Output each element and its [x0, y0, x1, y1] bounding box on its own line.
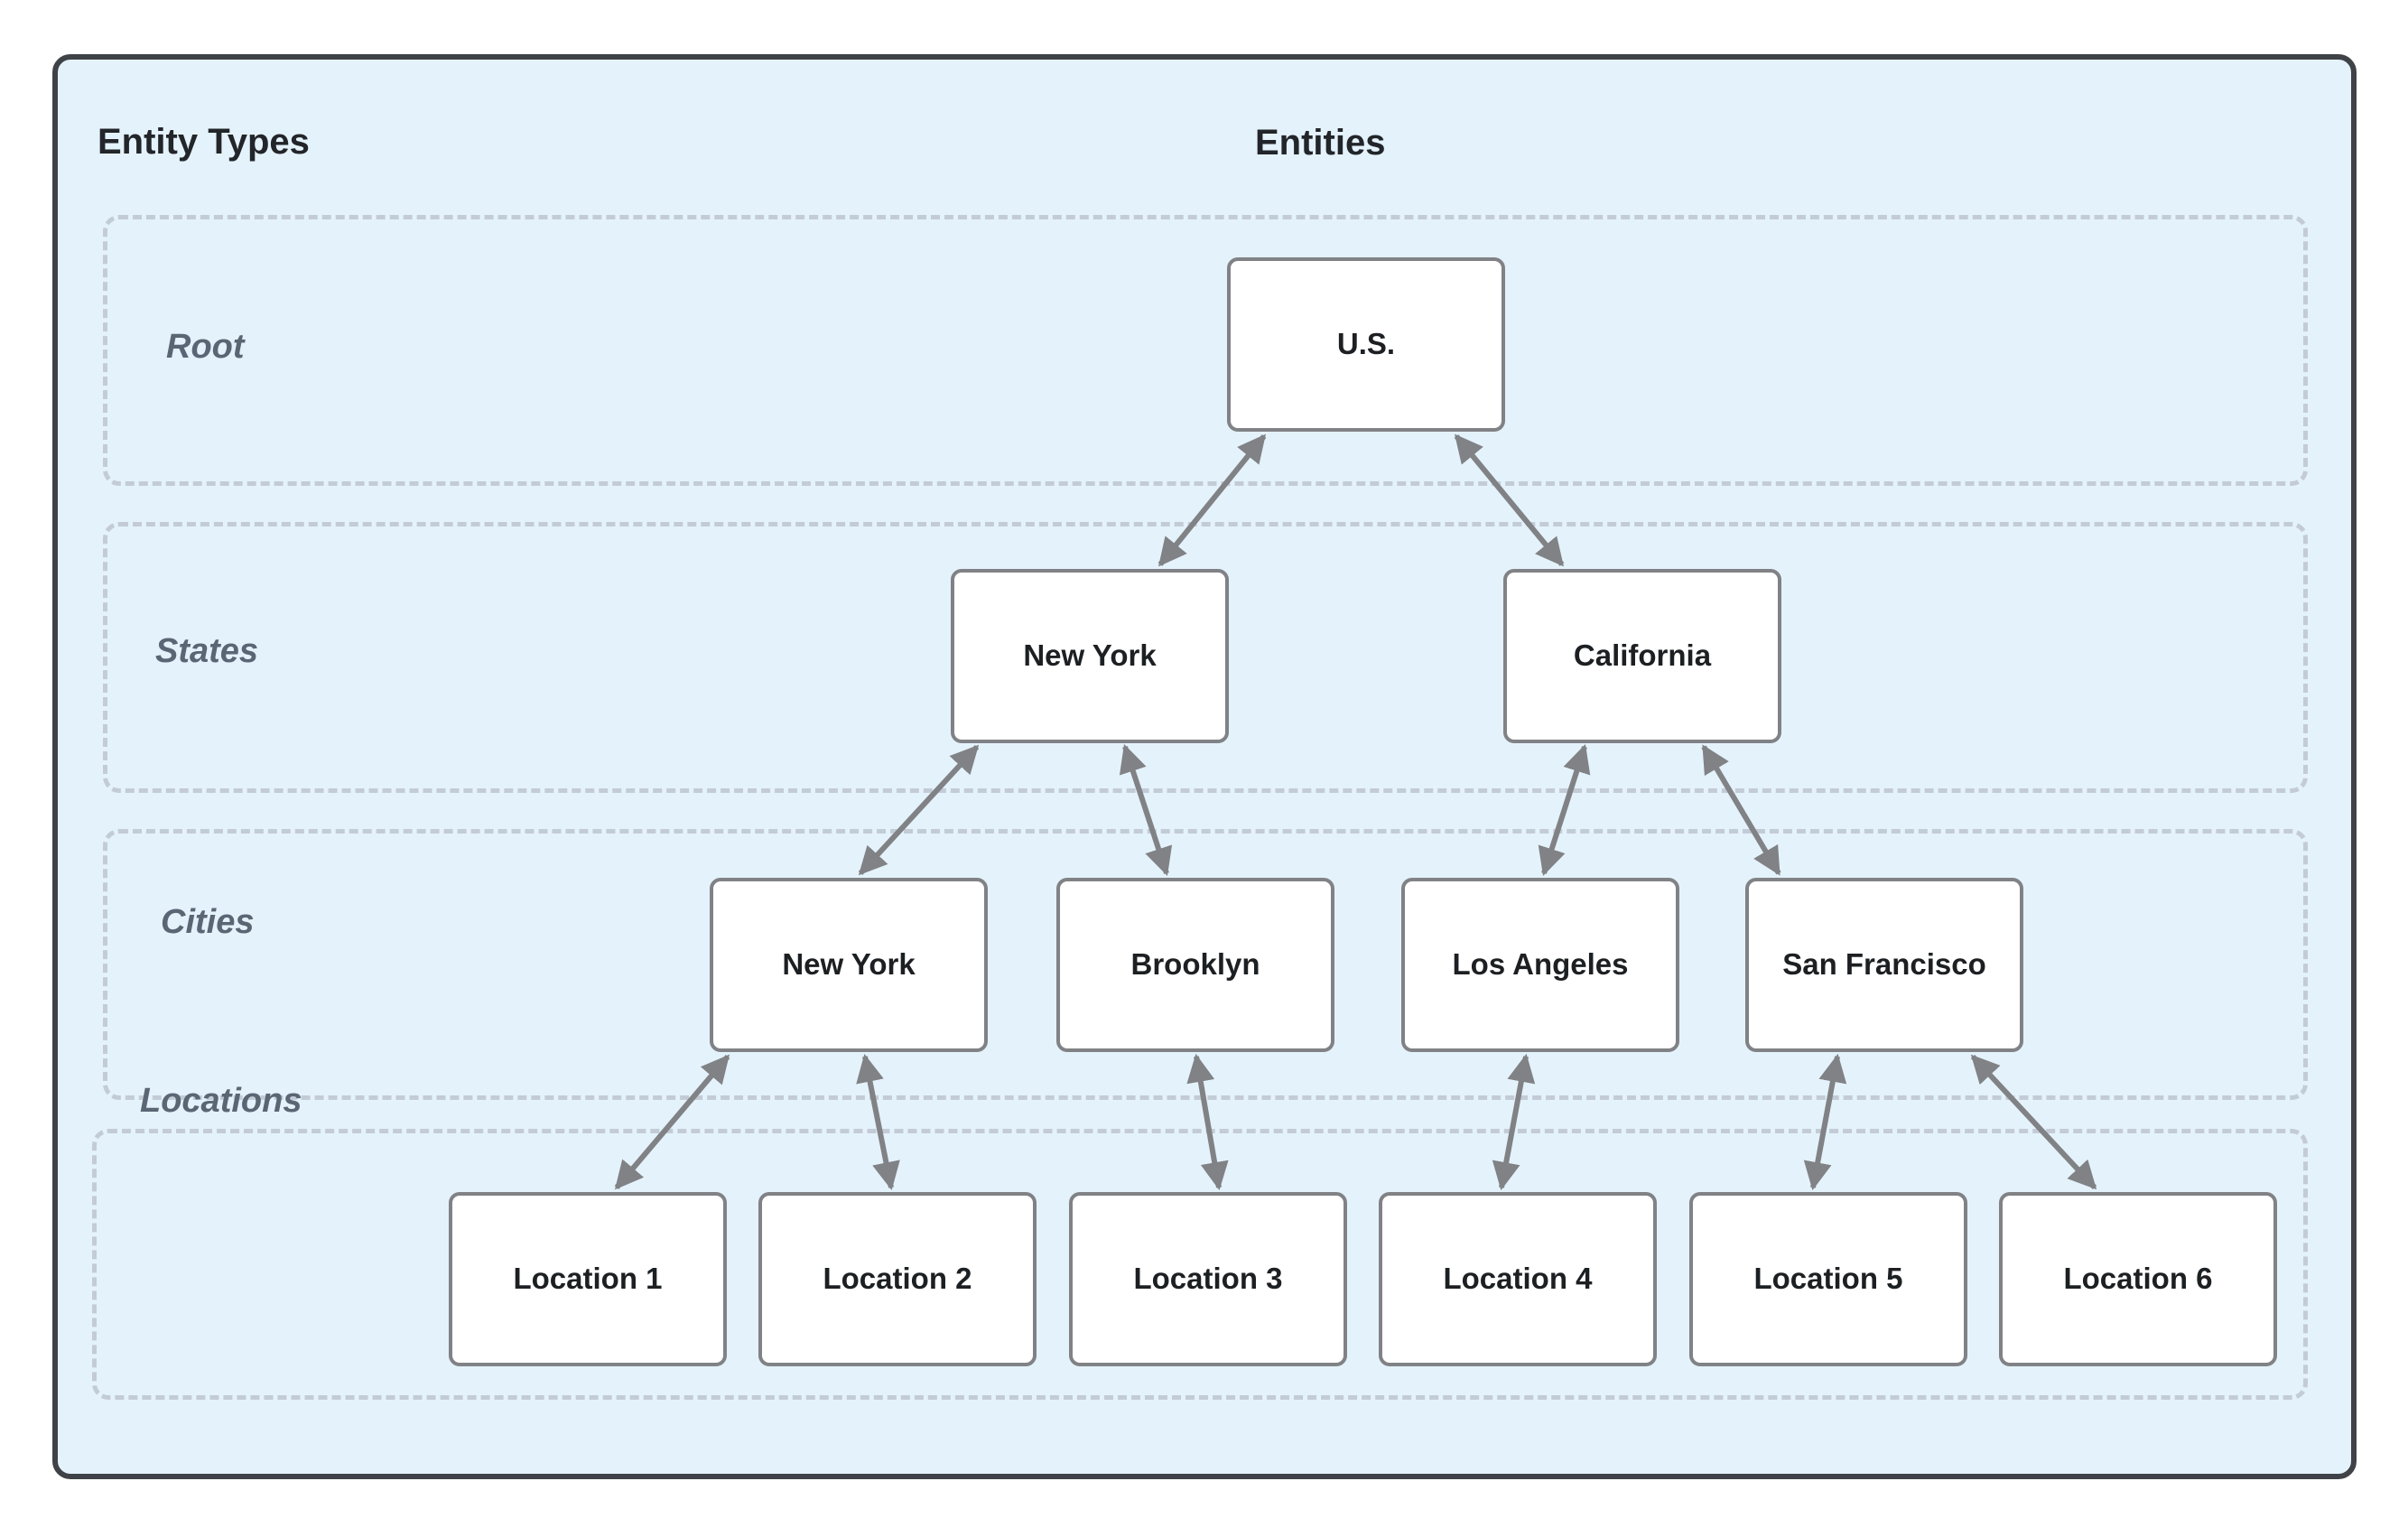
entity-node-la[interactable]: Los Angeles — [1401, 878, 1679, 1052]
entity-node-loc2[interactable]: Location 2 — [758, 1192, 1037, 1366]
entity-node-ny-city[interactable]: New York — [710, 878, 988, 1052]
column-heading-entity-types: Entity Types — [98, 122, 310, 162]
tier-label-root: Root — [166, 328, 245, 366]
tier-group-root — [103, 215, 2308, 486]
entity-node-ca-state[interactable]: California — [1503, 569, 1781, 743]
entity-node-sf[interactable]: San Francisco — [1745, 878, 2023, 1052]
entity-node-us[interactable]: U.S. — [1227, 257, 1505, 432]
entity-node-loc3[interactable]: Location 3 — [1069, 1192, 1347, 1366]
entity-node-brooklyn[interactable]: Brooklyn — [1056, 878, 1334, 1052]
column-heading-entities: Entities — [1255, 123, 1386, 163]
entity-node-loc1[interactable]: Location 1 — [449, 1192, 727, 1366]
entity-node-ny-state[interactable]: New York — [951, 569, 1229, 743]
diagram-canvas: Entity Types Entities Root States Cities Lo… — [0, 0, 2408, 1537]
entity-node-loc6[interactable]: Location 6 — [1999, 1192, 2277, 1366]
entity-node-loc5[interactable]: Location 5 — [1689, 1192, 1967, 1366]
entity-node-loc4[interactable]: Location 4 — [1379, 1192, 1657, 1366]
tier-label-cities: Cities — [161, 903, 255, 941]
tier-label-states: States — [155, 632, 259, 670]
tier-label-locations: Locations — [140, 1082, 302, 1120]
